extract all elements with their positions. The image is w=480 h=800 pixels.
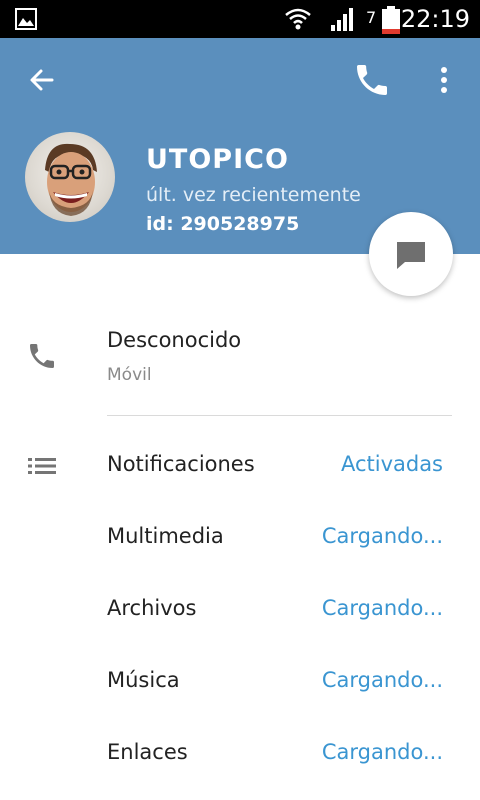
setting-label: Archivos <box>107 596 197 620</box>
setting-value: Cargando... <box>321 740 443 764</box>
setting-label: Multimedia <box>107 524 224 548</box>
setting-value: Activadas <box>340 452 443 476</box>
avatar[interactable] <box>25 132 115 222</box>
phone-icon <box>30 344 54 368</box>
phone-call-icon[interactable] <box>352 60 392 100</box>
setting-value: Cargando... <box>321 524 443 548</box>
contact-name: UTOPICO <box>146 144 289 175</box>
avatar-face-image <box>45 143 97 216</box>
battery-icon <box>382 6 400 34</box>
send-message-button[interactable] <box>369 212 453 296</box>
setting-value: Cargando... <box>321 596 443 620</box>
signal-icon <box>331 8 353 31</box>
back-arrow-icon[interactable] <box>22 60 62 100</box>
clock: 22:19 <box>400 5 470 33</box>
chat-bubble-icon <box>397 242 425 269</box>
gallery-icon <box>15 8 37 30</box>
settings-row-notifications[interactable]: Notificaciones Activadas <box>0 440 480 500</box>
setting-label: Notificaciones <box>107 452 255 476</box>
battery-level: 7 <box>366 8 377 27</box>
setting-label: Enlaces <box>107 740 188 764</box>
divider <box>107 415 452 416</box>
last-seen-status: últ. vez recientemente <box>146 184 361 206</box>
settings-row-files[interactable]: Archivos Cargando... <box>0 584 480 644</box>
phone-number[interactable]: Desconocido <box>107 328 241 352</box>
settings-row-media[interactable]: Multimedia Cargando... <box>0 512 480 572</box>
setting-value: Cargando... <box>321 668 443 692</box>
user-id: id: 290528975 <box>146 213 300 235</box>
status-bar: 7 22:19 <box>0 0 480 38</box>
more-options-icon[interactable] <box>426 60 462 100</box>
phone-type: Móvil <box>107 365 152 385</box>
wifi-icon <box>285 8 311 30</box>
settings-row-links[interactable]: Enlaces Cargando... <box>0 728 480 788</box>
settings-row-music[interactable]: Música Cargando... <box>0 656 480 716</box>
setting-label: Música <box>107 668 180 692</box>
